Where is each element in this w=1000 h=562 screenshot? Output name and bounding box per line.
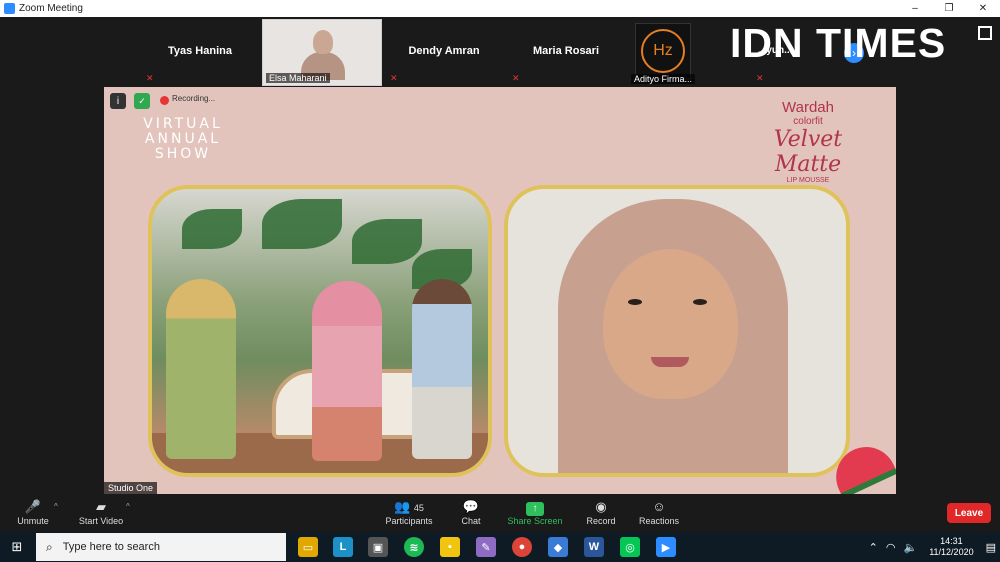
chat-label: Chat xyxy=(461,516,481,526)
minimize-button[interactable]: – xyxy=(898,0,932,17)
mic-muted-icon: ✕ xyxy=(512,73,520,83)
unmute-label: Unmute xyxy=(17,516,49,526)
participant-name: Tyas Hanina xyxy=(168,45,232,57)
zoom-taskbar-icon[interactable]: ▶ xyxy=(656,537,676,557)
speaker-eye xyxy=(628,299,642,305)
plant-leaf xyxy=(262,199,342,249)
window-title: Zoom Meeting xyxy=(19,3,83,14)
chat-button[interactable]: 💬 Chat xyxy=(440,498,502,526)
participant-name-tag: Adityo Firma... xyxy=(631,74,696,84)
hz-logo: Hz xyxy=(635,23,691,79)
window-titlebar: Zoom Meeting – ❐ ✕ xyxy=(0,0,1000,17)
search-placeholder: Type here to search xyxy=(62,541,160,553)
participant-name: Maria Rosari xyxy=(532,45,600,57)
spotify-icon[interactable]: ≋ xyxy=(404,537,424,557)
brand-logo: Wardah colorfit Velvet Matte LIP MOUSSE xyxy=(748,99,868,184)
participant-name-tag: Elsa Maharani xyxy=(266,73,330,83)
speaker-video-panel xyxy=(504,185,850,477)
record-button[interactable]: ◉ Record xyxy=(570,498,632,526)
word-icon[interactable]: W xyxy=(584,537,604,557)
taskbar-clock[interactable]: 14:31 11/12/2020 xyxy=(929,536,973,558)
leave-button[interactable]: Leave xyxy=(947,503,991,523)
participants-count: 45 xyxy=(413,503,424,513)
speaker-eye xyxy=(693,299,707,305)
mic-muted-icon: ✕ xyxy=(390,73,398,83)
record-icon: ◉ xyxy=(595,499,607,514)
participant-video-head xyxy=(313,30,333,54)
chat-icon: 💬 xyxy=(462,499,480,514)
host-person xyxy=(166,279,236,459)
windows-start-icon[interactable]: ⊞ xyxy=(0,532,34,562)
l-app-icon[interactable]: L xyxy=(333,537,353,557)
event-title: VIRTUAL ANNUAL SHOW xyxy=(143,116,223,162)
close-button[interactable]: ✕ xyxy=(966,0,1000,17)
guest-person xyxy=(412,279,472,459)
meeting-controls: 🎤 Unmute ^ ▰ Start Video ^ 👥 45 Particip… xyxy=(0,494,1000,532)
windows-taskbar: ⊞ ⌕ Type here to search ▭ L ▣ ≋ ▪ ✎ ● ◆ … xyxy=(0,532,1000,562)
photos-icon[interactable]: ◆ xyxy=(548,537,568,557)
file-explorer-icon[interactable]: ▭ xyxy=(298,537,318,557)
record-label: Record xyxy=(586,516,616,526)
idn-times-watermark: IDN TIMES xyxy=(730,20,947,66)
participant-tile[interactable]: Maria Rosari ✕ xyxy=(506,19,626,86)
window-controls: – ❐ ✕ xyxy=(898,0,1000,17)
zoom-app-icon xyxy=(4,3,15,14)
reactions-icon: ☺ xyxy=(652,499,666,514)
tray-chevron-icon[interactable]: ⌃ xyxy=(869,541,878,554)
participant-tile-video[interactable]: Elsa Maharani xyxy=(262,19,382,86)
mic-muted-icon: ✕ xyxy=(756,73,764,83)
mic-muted-icon: ✕ xyxy=(146,73,154,83)
restore-button[interactable]: ❐ xyxy=(932,0,966,17)
brand-sub: colorfit xyxy=(793,116,823,127)
store-icon[interactable]: ▣ xyxy=(368,537,388,557)
product-name: Velvet Matte xyxy=(773,127,843,177)
line-icon[interactable]: ◎ xyxy=(620,537,640,557)
network-icon[interactable]: ◠ xyxy=(886,541,896,554)
participant-tile[interactable]: Dendy Amran ✕ xyxy=(384,19,504,86)
plant-leaf xyxy=(352,219,422,264)
shield-icon[interactable]: ✓ xyxy=(134,93,150,109)
hz-logo-text: Hz xyxy=(641,29,685,73)
reactions-button[interactable]: ☺ Reactions xyxy=(628,498,690,526)
speaker-mouth xyxy=(651,357,689,367)
recording-label: Recording... xyxy=(172,94,216,103)
share-screen-button[interactable]: ↑ Share Screen xyxy=(504,498,566,526)
recording-dot-icon xyxy=(160,96,169,105)
video-source-label: Studio One xyxy=(104,482,158,494)
share-screen-icon: ↑ xyxy=(526,502,544,516)
reactions-label: Reactions xyxy=(638,516,680,526)
audio-options-chevron-icon[interactable]: ^ xyxy=(54,502,58,511)
clock-date: 11/12/2020 xyxy=(929,547,974,557)
participant-tile[interactable]: Tyas Hanina ✕ xyxy=(140,19,260,86)
plant-leaf xyxy=(182,209,242,249)
notification-icon[interactable]: ▤ xyxy=(986,541,996,554)
sticky-notes-icon[interactable]: ▪ xyxy=(440,537,460,557)
meeting-stage: Tyas Hanina ✕ Elsa Maharani Dendy Amran … xyxy=(0,17,1000,494)
guest-person xyxy=(312,281,382,461)
system-tray: ⌃ ◠ 🔈 14:31 11/12/2020 ▤ xyxy=(865,532,1000,562)
taskbar-search-box[interactable]: ⌕ Type here to search xyxy=(36,533,286,561)
video-options-chevron-icon[interactable]: ^ xyxy=(126,502,130,511)
speaker-face xyxy=(603,249,738,399)
search-icon: ⌕ xyxy=(46,539,53,554)
start-video-button[interactable]: ▰ Start Video xyxy=(70,498,132,526)
chrome-icon[interactable]: ● xyxy=(512,537,532,557)
participants-icon: 👥 45 xyxy=(394,499,424,514)
volume-icon[interactable]: 🔈 xyxy=(904,541,918,554)
start-video-label: Start Video xyxy=(78,516,124,526)
brand-name: Wardah xyxy=(782,99,834,116)
product-sub: LIP MOUSSE xyxy=(786,177,830,184)
paint-icon[interactable]: ✎ xyxy=(476,537,496,557)
studio-video-panel xyxy=(148,185,492,477)
shared-screen: i ✓ Recording... VIRTUAL ANNUAL SHOW War… xyxy=(104,87,896,494)
info-icon[interactable]: i xyxy=(110,93,126,109)
share-screen-label: Share Screen xyxy=(507,516,563,526)
video-off-icon: ▰ xyxy=(96,499,106,514)
clock-time: 14:31 xyxy=(940,536,963,546)
participant-name: Dendy Amran xyxy=(408,45,480,57)
participants-label: Participants xyxy=(385,516,433,526)
participants-button[interactable]: 👥 45 Participants xyxy=(378,498,440,526)
fullscreen-icon[interactable] xyxy=(978,26,992,40)
